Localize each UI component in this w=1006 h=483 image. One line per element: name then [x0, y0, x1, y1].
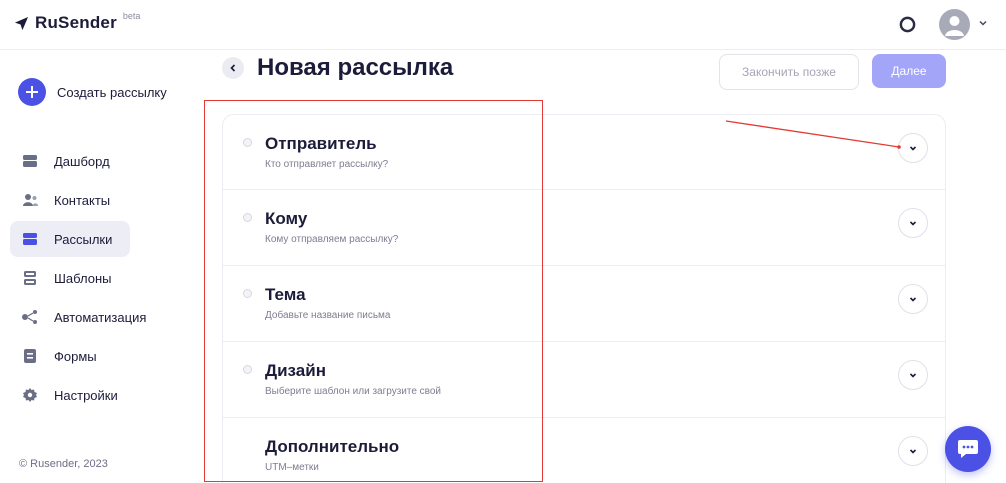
status-dot-icon: [243, 365, 252, 374]
section-subtitle: Добавьте название письма: [265, 310, 391, 321]
sidebar-item-templates[interactable]: Шаблоны: [10, 260, 190, 296]
expand-button[interactable]: [898, 208, 928, 238]
chevron-down-icon: [909, 146, 917, 151]
section-subtitle: Выберите шаблон или загрузите свой: [265, 386, 442, 397]
beta-label: beta: [122, 11, 141, 21]
section-title: Отправитель: [265, 134, 377, 153]
sidebar-item-label: Настройки: [54, 387, 118, 403]
chat-bubble-icon: [958, 440, 978, 458]
chat-button[interactable]: [945, 426, 991, 472]
section-subtitle: Кто отправляет рассылку?: [265, 159, 389, 170]
sidebar-item-dashboard[interactable]: Дашборд: [10, 143, 190, 179]
page-title: Новая рассылка: [257, 54, 454, 81]
chevron-down-icon: [909, 297, 917, 302]
next-button[interactable]: Далее: [872, 54, 946, 88]
chevron-down-icon: [909, 449, 917, 454]
sidebar-item-label: Дашборд: [54, 153, 110, 169]
chevron-down-icon: [909, 373, 917, 378]
mailing-sections-card: Отправитель Кто отправляет рассылку? Ком…: [222, 114, 946, 483]
sidebar-item-forms[interactable]: Формы: [10, 338, 190, 374]
logo-text: RuSender: [35, 13, 117, 32]
sidebar-item-automation[interactable]: Автоматизация: [10, 299, 190, 335]
create-mailing-label: Создать рассылку: [57, 84, 167, 100]
sidebar-item-label: Автоматизация: [54, 309, 147, 325]
send-arrow-icon: [14, 16, 29, 30]
finish-later-button[interactable]: Закончить позже: [719, 54, 859, 90]
sidebar-item-contacts[interactable]: Контакты: [10, 182, 190, 218]
create-mailing-button[interactable]: Создать рассылку: [18, 78, 167, 106]
help-lifebuoy-icon[interactable]: [899, 16, 916, 33]
sidebar-item-label: Контакты: [54, 192, 111, 208]
chevron-down-icon[interactable]: [977, 17, 989, 29]
chevron-down-icon: [909, 221, 917, 226]
sidebar-nav: Дашборд Контакты Рассылки Шаблоны Автома…: [10, 143, 190, 416]
rusender-logo[interactable]: RuSender beta: [14, 11, 141, 33]
sidebar-item-mailings[interactable]: Рассылки: [10, 221, 130, 257]
user-icon: [945, 16, 964, 36]
section-title: Тема: [265, 285, 306, 304]
chevron-left-icon: [230, 64, 236, 72]
top-header: RuSender beta: [0, 0, 1006, 50]
dashboard-icon: [22, 153, 38, 169]
mailing-icon: [22, 231, 38, 247]
section-additional[interactable]: Дополнительно UTM–метки: [223, 418, 945, 483]
section-design[interactable]: Дизайн Выберите шаблон или загрузите сво…: [223, 342, 945, 418]
sidebar-item-label: Шаблоны: [54, 270, 112, 286]
section-title: Кому: [265, 209, 308, 228]
contacts-icon: [22, 192, 38, 208]
section-recipients[interactable]: Кому Кому отправляем рассылку?: [223, 190, 945, 266]
section-sender[interactable]: Отправитель Кто отправляет рассылку?: [223, 115, 945, 190]
expand-button[interactable]: [898, 436, 928, 466]
automation-icon: [22, 309, 38, 325]
sidebar-item-settings[interactable]: Настройки: [10, 377, 190, 413]
status-dot-icon: [243, 138, 252, 147]
back-button[interactable]: [222, 57, 244, 79]
section-title: Дизайн: [265, 361, 326, 380]
sidebar: Создать рассылку Дашборд Контакты Рассыл…: [0, 50, 200, 483]
expand-button[interactable]: [898, 360, 928, 390]
templates-icon: [22, 270, 38, 286]
copyright-text: © Rusender, 2023: [19, 458, 108, 470]
sidebar-item-label: Рассылки: [54, 231, 113, 247]
forms-icon: [22, 348, 38, 364]
user-avatar[interactable]: [939, 9, 970, 40]
expand-button[interactable]: [898, 133, 928, 163]
plus-icon: [18, 78, 46, 106]
settings-icon: [22, 387, 38, 403]
status-dot-icon: [243, 213, 252, 222]
sidebar-item-label: Формы: [54, 348, 97, 364]
status-dot-icon: [243, 289, 252, 298]
section-subtitle: UTM–метки: [265, 462, 319, 473]
section-subject[interactable]: Тема Добавьте название письма: [223, 266, 945, 342]
expand-button[interactable]: [898, 284, 928, 314]
section-title: Дополнительно: [265, 437, 400, 456]
section-subtitle: Кому отправляем рассылку?: [265, 234, 399, 245]
